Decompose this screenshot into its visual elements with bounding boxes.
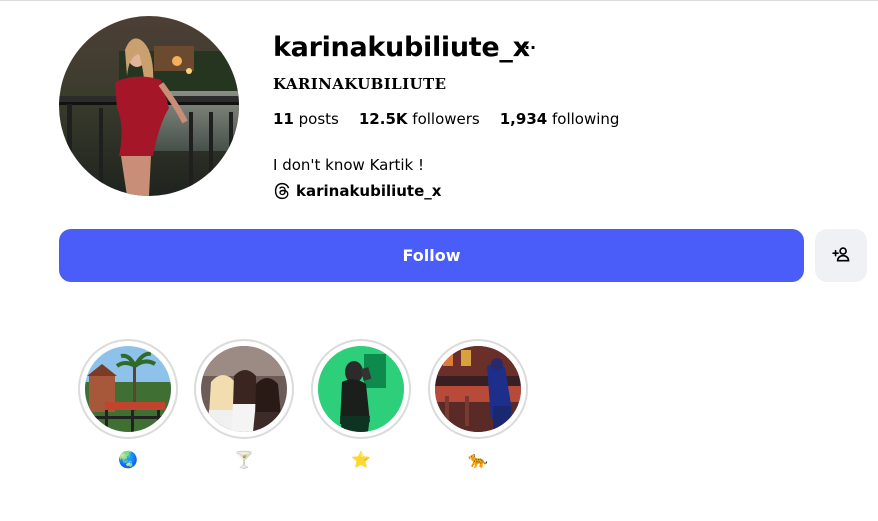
- highlight-cover: [435, 346, 521, 432]
- story-highlight[interactable]: ⭐: [311, 339, 411, 469]
- highlight-cover: [85, 346, 171, 432]
- highlight-cover: [201, 346, 287, 432]
- highlight-ring: [78, 339, 178, 439]
- globe-emoji-icon: 🌏: [118, 450, 138, 469]
- followers-label: followers: [412, 110, 480, 128]
- following-stat[interactable]: 1,934 following: [500, 110, 620, 128]
- posts-stat: 11 posts: [273, 110, 339, 128]
- highlight-ring: [428, 339, 528, 439]
- following-label: following: [551, 110, 620, 128]
- add-person-icon: [831, 244, 851, 268]
- profile-avatar[interactable]: [59, 16, 239, 196]
- posts-label: posts: [298, 110, 339, 128]
- story-highlight[interactable]: 🍸: [194, 339, 294, 469]
- profile-bio: I don't know Kartik !: [273, 156, 425, 174]
- leopard-emoji-icon: 🐆: [468, 450, 488, 469]
- profile-stats: 11 posts 12.5K followers 1,934 following: [273, 110, 619, 128]
- star-emoji-icon: ⭐: [351, 450, 371, 469]
- followers-stat[interactable]: 12.5K followers: [359, 110, 480, 128]
- top-divider: [0, 0, 878, 1]
- follow-button[interactable]: Follow: [59, 229, 804, 282]
- story-highlight[interactable]: 🌏: [78, 339, 178, 469]
- threads-handle: karinakubiliute_x: [296, 182, 442, 200]
- suggested-accounts-button[interactable]: [815, 229, 867, 282]
- following-count: 1,934: [499, 110, 548, 128]
- threads-link[interactable]: karinakubiliute_x: [273, 182, 441, 200]
- more-options-icon[interactable]: ···: [516, 38, 538, 58]
- cocktail-emoji-icon: 🍸: [234, 450, 254, 469]
- followers-count: 12.5K: [358, 110, 408, 128]
- highlight-ring: [311, 339, 411, 439]
- highlight-ring: [194, 339, 294, 439]
- story-highlight[interactable]: 🐆: [428, 339, 528, 469]
- profile-full-name: KARINAKUBILIUTE: [273, 75, 447, 93]
- threads-icon: [273, 182, 291, 200]
- highlight-cover: [318, 346, 404, 432]
- posts-count: 11: [273, 110, 294, 128]
- profile-username: karinakubiliute_x: [273, 32, 530, 63]
